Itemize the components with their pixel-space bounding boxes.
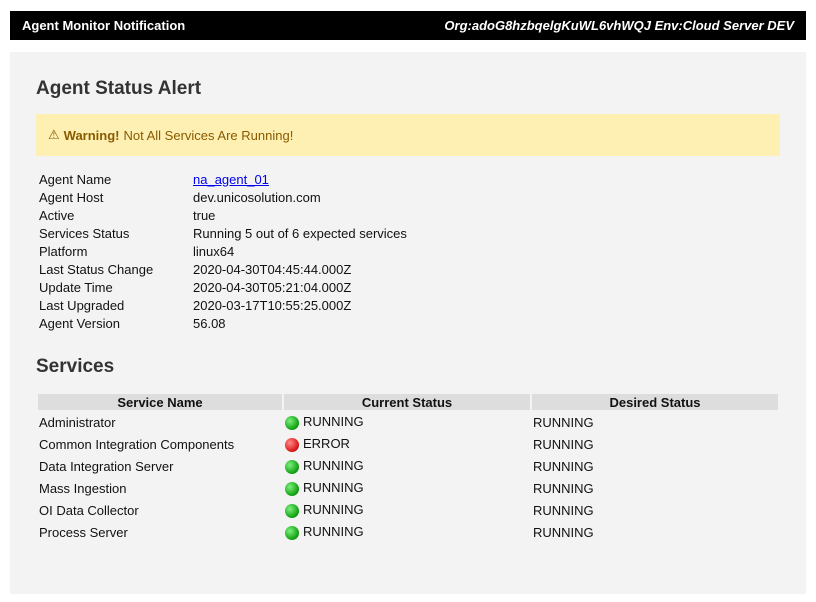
column-header-current-status: Current Status [284,394,530,410]
current-status-text: RUNNING [303,502,364,518]
detail-row: Services Status Running 5 out of 6 expect… [39,224,407,242]
current-status-text: RUNNING [303,480,364,496]
current-status-text: RUNNING [303,458,364,474]
service-name-cell: Administrator [39,414,116,430]
warning-banner: ⚠ Warning! Not All Services Are Running! [36,114,780,156]
detail-value: na_agent_01 [193,172,269,187]
agent-name-link[interactable]: na_agent_01 [193,172,269,187]
running-status-icon [285,415,299,430]
warning-icon: ⚠ [48,127,60,142]
column-header-service-name: Service Name [38,394,282,410]
agent-details: Agent Name na_agent_01 Agent Host dev.unico… [39,170,407,332]
header-title: Agent Monitor Notification [22,18,186,33]
detail-value: Running 5 out of 6 expected services [193,225,407,241]
org-env-label: Org:adoG8hzbqelgKuWL6vhWQJ Env:Cloud Ser… [444,18,794,33]
services-title: Services [36,356,115,377]
detail-label: Last Status Change [39,261,154,277]
current-status-cell: RUNNING [284,412,530,432]
notification-header: Agent Monitor Notification Org:adoG8hzbq… [10,11,806,40]
desired-status-cell: RUNNING [533,480,594,496]
warning-strong-text: Warning! [63,127,120,143]
detail-value: true [193,207,216,223]
detail-value: 2020-03-17T10:55:25.000Z [193,297,352,313]
detail-label: Platform [39,243,88,259]
desired-status-cell: RUNNING [533,458,594,474]
column-header-desired-status: Desired Status [532,394,778,410]
table-row: Common Integration Components ERROR RUNNIN… [38,434,778,454]
detail-row: Last Upgraded 2020-03-17T10:55:25.000Z [39,296,407,314]
running-status-icon [285,503,299,518]
running-status-icon [285,481,299,496]
detail-label: Agent Name [39,171,112,187]
error-status-icon [285,437,299,452]
services-table-body: Administrator RUNNING RUNNING Common Integr… [38,412,778,542]
detail-label: Services Status [39,225,130,241]
running-status-icon [285,525,299,540]
table-row: Process Server RUNNING RUNNING [38,522,778,542]
detail-row: Agent Host dev.unicosolution.com [39,188,407,206]
detail-label: Agent Host [39,189,104,205]
current-status-cell: RUNNING [284,478,530,498]
current-status-cell: RUNNING [284,522,530,542]
detail-row: Active true [39,206,407,224]
content-panel: Agent Status Alert ⚠ Warning! Not All Se… [10,52,806,594]
detail-value: 2020-04-30T05:21:04.000Z [193,279,352,295]
detail-row: Agent Version 56.08 [39,314,407,332]
current-status-text: RUNNING [303,524,364,540]
table-row: OI Data Collector RUNNING RUNNING [38,500,778,520]
desired-status-cell: RUNNING [533,414,594,430]
detail-value: dev.unicosolution.com [193,189,321,205]
detail-label: Last Upgraded [39,297,125,313]
detail-label: Active [39,207,75,223]
table-row: Mass Ingestion RUNNING RUNNING [38,478,778,498]
detail-label: Update Time [39,279,113,295]
detail-label: Agent Version [39,315,120,331]
services-header-row: Service Name Current Status Desired Stat… [38,394,778,410]
services-table: Service Name Current Status Desired Stat… [36,392,780,544]
service-name-cell: OI Data Collector [39,502,139,518]
current-status-text: RUNNING [303,414,364,430]
service-name-cell: Mass Ingestion [39,480,127,496]
current-status-cell: RUNNING [284,500,530,520]
running-status-icon [285,459,299,474]
current-status-text: ERROR [303,436,350,452]
service-name-cell: Data Integration Server [39,458,174,474]
service-name-cell: Process Server [39,524,128,540]
table-row: Data Integration Server RUNNING RUNNING [38,456,778,476]
warning-message: Not All Services Are Running! [123,127,294,143]
detail-row: Last Status Change 2020-04-30T04:45:44.00… [39,260,407,278]
current-status-cell: RUNNING [284,456,530,476]
detail-row: Update Time 2020-04-30T05:21:04.000Z [39,278,407,296]
desired-status-cell: RUNNING [533,524,594,540]
service-name-cell: Common Integration Components [39,436,235,452]
desired-status-cell: RUNNING [533,436,594,452]
detail-row: Agent Name na_agent_01 [39,170,407,188]
desired-status-cell: RUNNING [533,502,594,518]
current-status-cell: ERROR [284,434,530,454]
table-row: Administrator RUNNING RUNNING [38,412,778,432]
alert-title: Agent Status Alert [36,78,202,99]
detail-row: Platform linux64 [39,242,407,260]
detail-value: linux64 [193,243,235,259]
detail-value: 56.08 [193,315,226,331]
detail-value: 2020-04-30T04:45:44.000Z [193,261,352,277]
